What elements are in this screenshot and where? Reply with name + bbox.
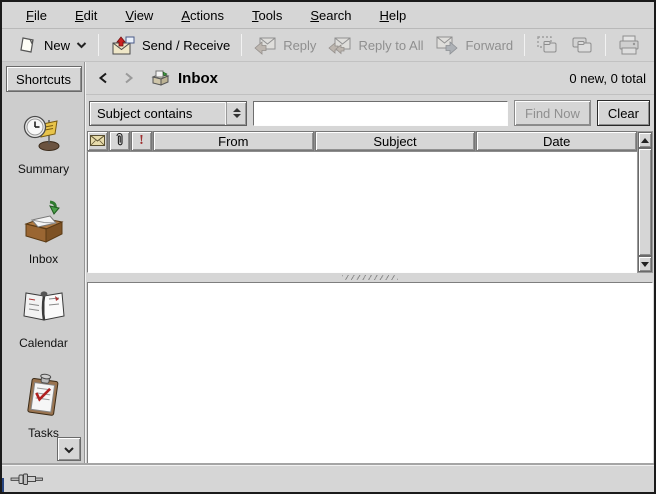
print-button[interactable] <box>611 32 647 58</box>
menu-file[interactable]: File <box>12 4 61 27</box>
content-pane: Inbox 0 new, 0 total Subject contains Fi… <box>86 62 654 465</box>
message-list-body[interactable] <box>87 152 637 273</box>
clear-button[interactable]: Clear <box>597 100 650 126</box>
clear-label: Clear <box>608 106 639 121</box>
shortcut-bar-scroll-down-button[interactable] <box>57 437 81 461</box>
toolbar-separator <box>524 34 525 56</box>
sidebar-item-label: Calendar <box>19 336 68 350</box>
move-to-folder-icon <box>536 35 558 55</box>
shortcuts-group-label: Shortcuts <box>16 72 71 87</box>
window-frame-accent <box>0 478 4 494</box>
reply-button-label: Reply <box>283 38 316 53</box>
reply-icon <box>253 35 277 55</box>
scrollbar-thumb[interactable] <box>638 148 652 256</box>
forward-icon <box>435 35 459 55</box>
summary-clock-icon <box>22 114 66 157</box>
find-now-button[interactable]: Find Now <box>514 100 591 126</box>
column-label: Date <box>543 134 570 149</box>
forward-button-label: Forward <box>465 38 513 53</box>
find-now-label: Find Now <box>525 106 580 121</box>
splitter-grip-icon <box>342 275 398 280</box>
new-note-icon <box>18 35 38 55</box>
message-status-icon <box>90 134 105 149</box>
toolbar-separator <box>241 34 242 56</box>
new-button[interactable]: New <box>12 33 93 57</box>
reply-button[interactable]: Reply <box>247 33 322 57</box>
back-button[interactable] <box>92 67 114 89</box>
status-bar <box>2 465 654 492</box>
sidebar-item-tasks[interactable]: Tasks <box>2 372 85 440</box>
sidebar-item-label: Summary <box>18 162 69 176</box>
combo-spin-arrows-icon <box>226 102 246 125</box>
send-receive-label: Send / Receive <box>142 38 230 53</box>
folder-title: Inbox <box>178 70 218 87</box>
print-icon <box>617 34 641 56</box>
message-list-table: ! From Subject Date <box>87 131 637 273</box>
shortcut-bar: Shortcuts Summary <box>2 62 86 465</box>
copy-to-folder-button[interactable] <box>564 33 600 57</box>
shortcuts-group-button[interactable]: Shortcuts <box>6 66 82 92</box>
main-area: Shortcuts Summary <box>2 62 654 465</box>
pane-splitter[interactable] <box>86 273 654 282</box>
online-plug-icon[interactable] <box>10 472 44 486</box>
message-list-column-headers: ! From Subject Date <box>87 131 637 152</box>
priority-icon: ! <box>139 133 144 149</box>
menu-tools[interactable]: Tools <box>238 4 296 27</box>
menu-bar: File Edit View Actions Tools Search Help <box>2 2 654 29</box>
chevron-down-icon <box>63 442 75 457</box>
message-list-scrollbar[interactable] <box>637 131 653 273</box>
send-receive-icon <box>110 34 136 56</box>
message-preview-pane[interactable] <box>87 282 653 464</box>
scroll-down-button[interactable] <box>638 256 652 272</box>
dropdown-chevron-icon <box>76 41 87 49</box>
forward-nav-button[interactable] <box>118 67 140 89</box>
column-header-subject[interactable]: Subject <box>315 131 476 151</box>
copy-to-folder-icon <box>570 35 594 55</box>
calendar-book-icon <box>20 288 68 331</box>
send-receive-button[interactable]: Send / Receive <box>104 32 236 58</box>
menu-search[interactable]: Search <box>296 4 365 27</box>
inbox-tray-icon <box>20 198 68 247</box>
reply-all-icon <box>328 35 352 55</box>
tasks-clipboard-icon <box>22 372 66 421</box>
sidebar-item-calendar[interactable]: Calendar <box>2 288 85 350</box>
forward-button[interactable]: Forward <box>429 33 519 57</box>
search-criteria-value: Subject contains <box>90 102 226 125</box>
menu-actions[interactable]: Actions <box>167 4 238 27</box>
toolbar-separator <box>98 34 99 56</box>
delete-button[interactable] <box>647 32 656 58</box>
search-input[interactable] <box>253 101 508 126</box>
sidebar-item-inbox[interactable]: Inbox <box>2 198 85 266</box>
column-header-attachment[interactable] <box>109 131 130 151</box>
sidebar-item-label: Tasks <box>28 426 59 440</box>
attachment-icon <box>115 132 124 150</box>
reply-to-all-label: Reply to All <box>358 38 423 53</box>
search-criteria-dropdown[interactable]: Subject contains <box>89 101 247 126</box>
scroll-up-button[interactable] <box>638 132 652 148</box>
main-toolbar: New Send / Receive <box>2 29 654 62</box>
column-label: From <box>218 134 248 149</box>
sidebar-item-label: Inbox <box>29 252 58 266</box>
reply-to-all-button[interactable]: Reply to All <box>322 33 429 57</box>
evolution-window: File Edit View Actions Tools Search Help… <box>0 0 656 494</box>
column-header-date[interactable]: Date <box>476 131 637 151</box>
sidebar-item-summary[interactable]: Summary <box>2 114 85 176</box>
search-bar: Subject contains Find Now Clear <box>86 95 654 131</box>
menu-help[interactable]: Help <box>366 4 421 27</box>
menu-view[interactable]: View <box>111 4 167 27</box>
folder-header-bar: Inbox 0 new, 0 total <box>86 62 654 95</box>
new-button-label: New <box>44 38 70 53</box>
column-label: Subject <box>373 134 416 149</box>
folder-message-counts: 0 new, 0 total <box>569 71 646 86</box>
column-header-status[interactable] <box>87 131 108 151</box>
message-list: ! From Subject Date <box>86 131 654 273</box>
column-header-priority[interactable]: ! <box>131 131 152 151</box>
menu-edit[interactable]: Edit <box>61 4 111 27</box>
inbox-folder-icon <box>150 69 170 87</box>
scroll-down-icon <box>641 262 649 267</box>
move-to-folder-button[interactable] <box>530 33 564 57</box>
column-header-from[interactable]: From <box>153 131 314 151</box>
scroll-up-icon <box>641 138 649 143</box>
toolbar-separator <box>605 34 606 56</box>
